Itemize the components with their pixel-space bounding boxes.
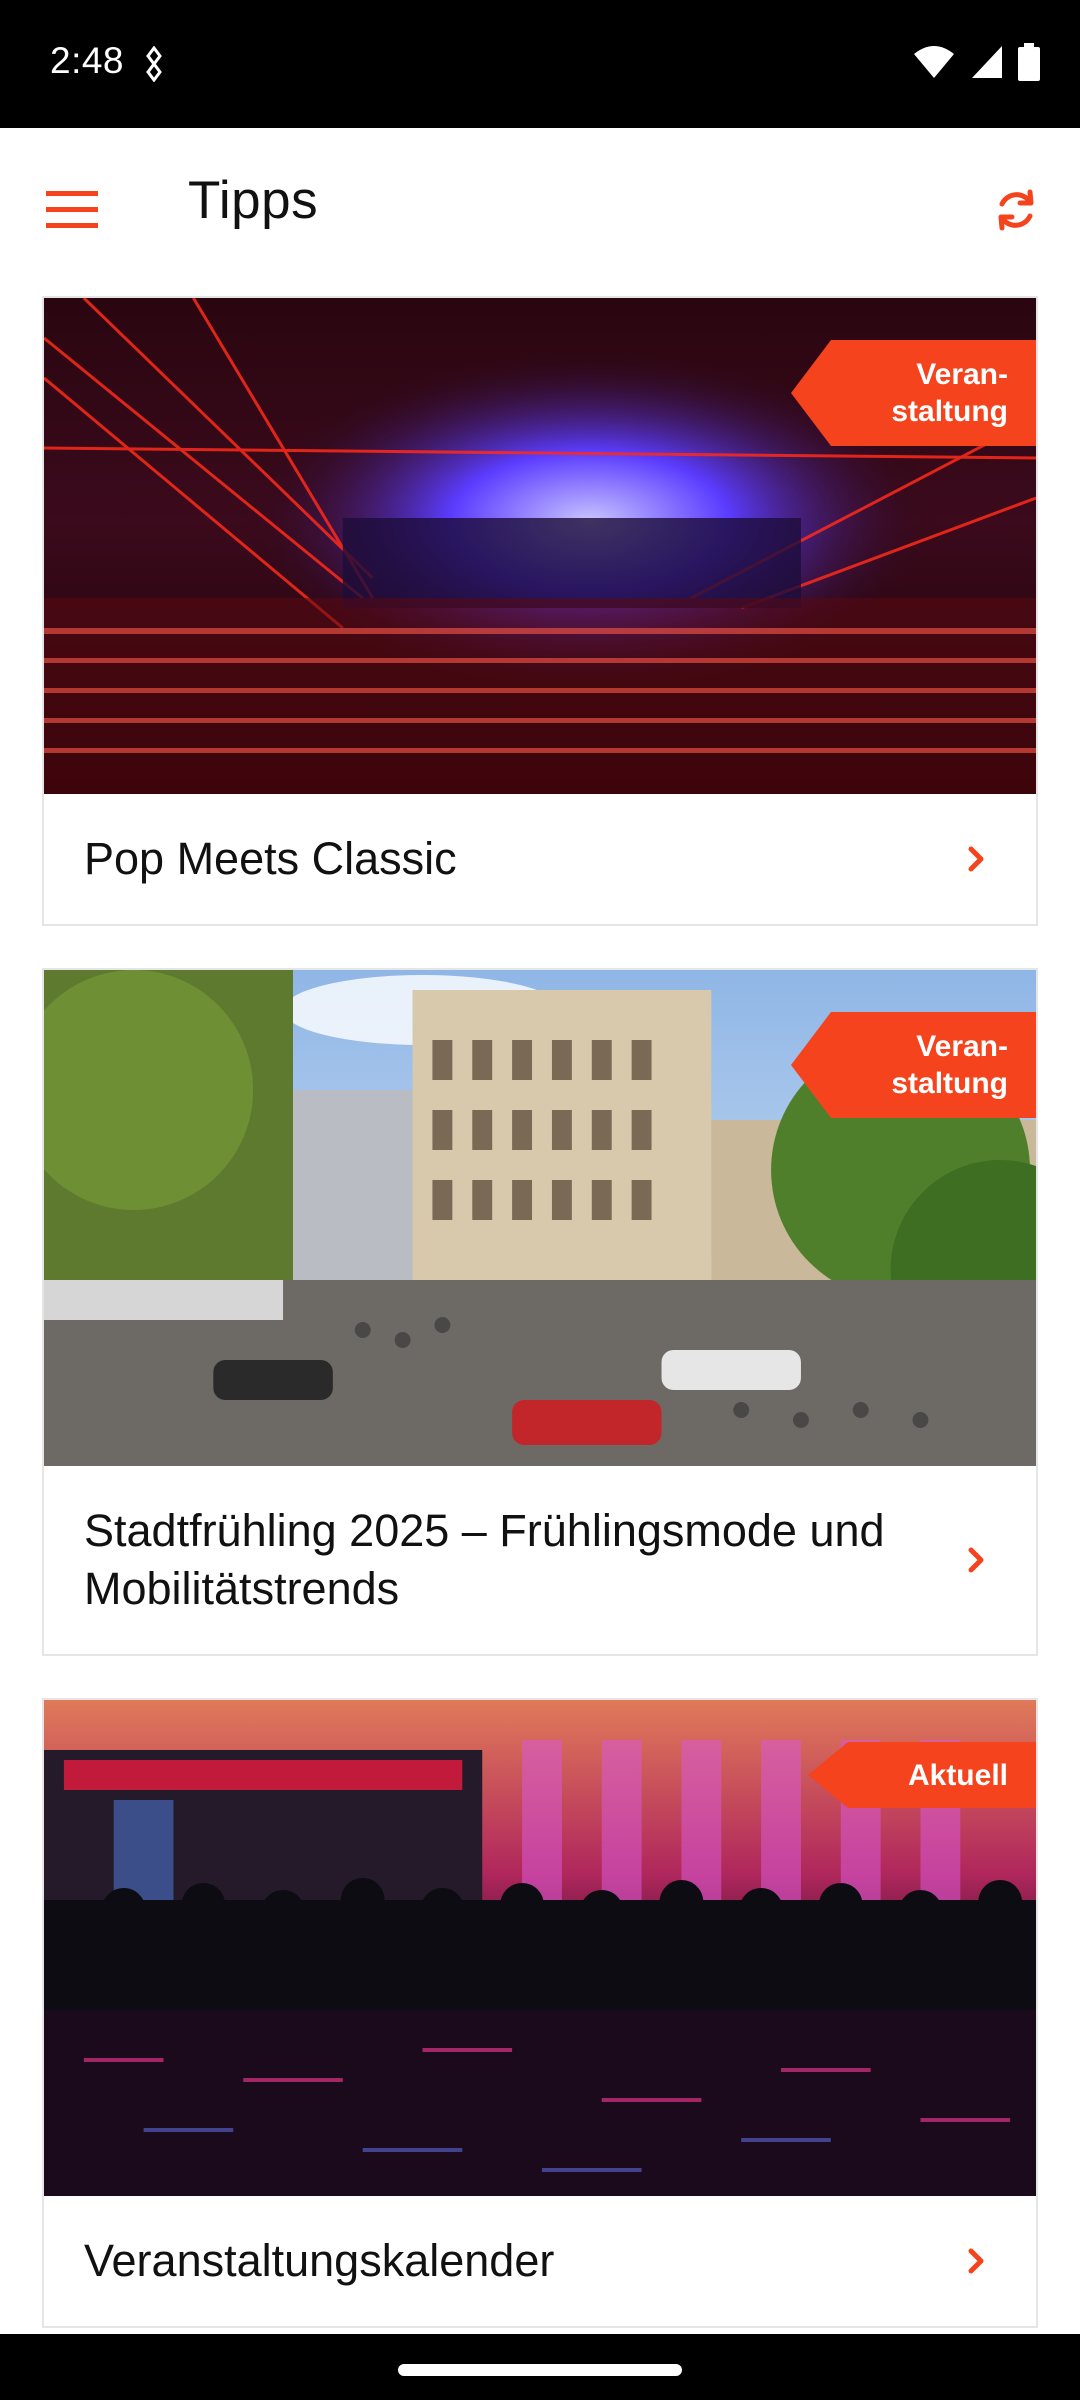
chevron-right-icon bbox=[956, 1540, 996, 1580]
status-bar: 2:48 bbox=[0, 0, 1080, 128]
category-badge: Aktuell bbox=[807, 1742, 1036, 1808]
wifi-icon bbox=[914, 46, 954, 78]
chevron-right-icon bbox=[956, 2241, 996, 2281]
status-icons bbox=[912, 40, 1040, 84]
home-gesture-handle[interactable] bbox=[398, 2364, 682, 2376]
hamburger-icon bbox=[46, 191, 98, 228]
tip-card-veranstaltungskalender[interactable]: Aktuell Veranstaltungskalender bbox=[42, 1698, 1038, 2328]
tip-card-stadtfruehling[interactable]: Veran- staltung Stadtfrühling 2025 – Frü… bbox=[42, 968, 1038, 1656]
status-time: 2:48 bbox=[50, 40, 125, 81]
battery-icon bbox=[1018, 43, 1040, 81]
system-navigation-bar bbox=[0, 2334, 1080, 2400]
tip-card-pop-meets-classic[interactable]: Veran- staltung Pop Meets Classic bbox=[42, 296, 1038, 926]
refresh-button[interactable] bbox=[974, 168, 1058, 252]
card-footer: Stadtfrühling 2025 – Frühlingsmode und M… bbox=[44, 1466, 1036, 1654]
card-title: Stadtfrühling 2025 – Frühlingsmode und M… bbox=[84, 1505, 885, 1614]
category-badge: Veran- staltung bbox=[791, 1012, 1036, 1118]
card-title: Veranstaltungskalender bbox=[84, 2235, 555, 2286]
refresh-icon bbox=[998, 189, 1034, 231]
card-footer: Veranstaltungskalender bbox=[44, 2196, 1036, 2326]
sync-status-icon bbox=[146, 46, 162, 82]
tips-list: Veran- staltung Pop Meets Classic Veran-… bbox=[42, 296, 1038, 2370]
category-badge: Veran- staltung bbox=[791, 340, 1036, 446]
card-footer: Pop Meets Classic bbox=[44, 794, 1036, 924]
night-event-image: Aktuell bbox=[44, 1700, 1036, 2196]
city-square-image: Veran- staltung bbox=[44, 970, 1036, 1466]
chevron-right-icon bbox=[956, 839, 996, 879]
app-bar: Tipps bbox=[0, 128, 1080, 274]
menu-button[interactable] bbox=[30, 168, 114, 252]
concert-image: Veran- staltung bbox=[44, 298, 1036, 794]
page-title: Tipps bbox=[188, 171, 319, 230]
card-title: Pop Meets Classic bbox=[84, 833, 457, 884]
signal-icon bbox=[972, 46, 1002, 78]
